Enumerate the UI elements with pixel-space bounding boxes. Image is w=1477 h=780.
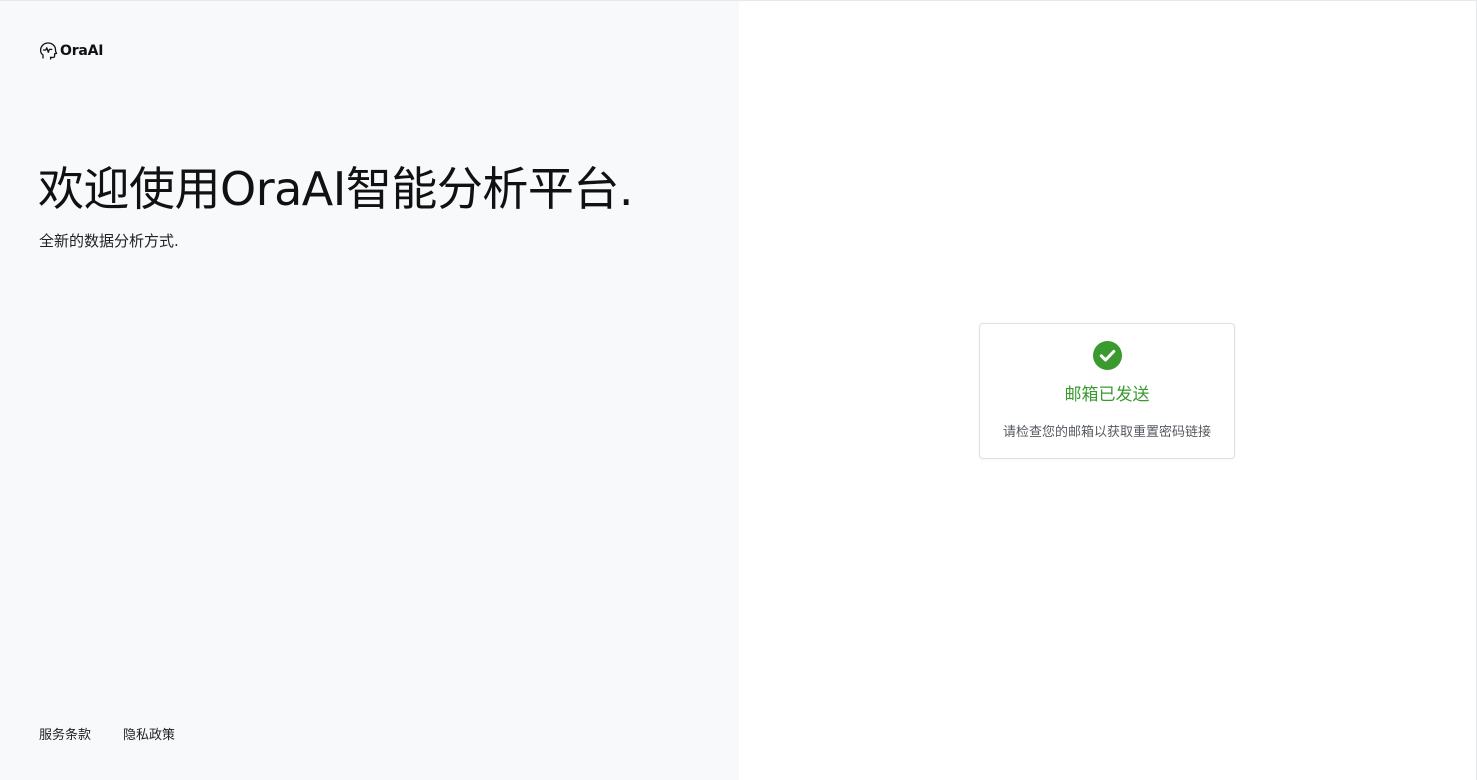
welcome-title: 欢迎使用OraAI智能分析平台.	[38, 162, 633, 216]
email-sent-card: 邮箱已发送 请检查您的邮箱以获取重置密码链接	[979, 323, 1235, 459]
check-circle-icon	[1093, 341, 1122, 370]
terms-of-service-link[interactable]: 服务条款	[39, 726, 91, 746]
email-sent-title: 邮箱已发送	[1064, 385, 1150, 405]
reset-password-page: OraAI 欢迎使用OraAI智能分析平台. 全新的数据分析方式. 服务条款 隐…	[0, 0, 1477, 780]
brand-name: OraAI	[60, 43, 104, 59]
status-panel: 邮箱已发送 请检查您的邮箱以获取重置密码链接	[739, 1, 1476, 780]
brain-head-icon	[39, 41, 58, 61]
brand-logo[interactable]: OraAI	[39, 41, 104, 61]
welcome-subtitle: 全新的数据分析方式.	[39, 232, 179, 250]
welcome-panel: OraAI 欢迎使用OraAI智能分析平台. 全新的数据分析方式. 服务条款 隐…	[0, 1, 739, 780]
email-sent-message: 请检查您的邮箱以获取重置密码链接	[1002, 425, 1211, 440]
privacy-policy-link[interactable]: 隐私政策	[123, 726, 175, 746]
footer-links: 服务条款 隐私政策	[39, 726, 175, 746]
